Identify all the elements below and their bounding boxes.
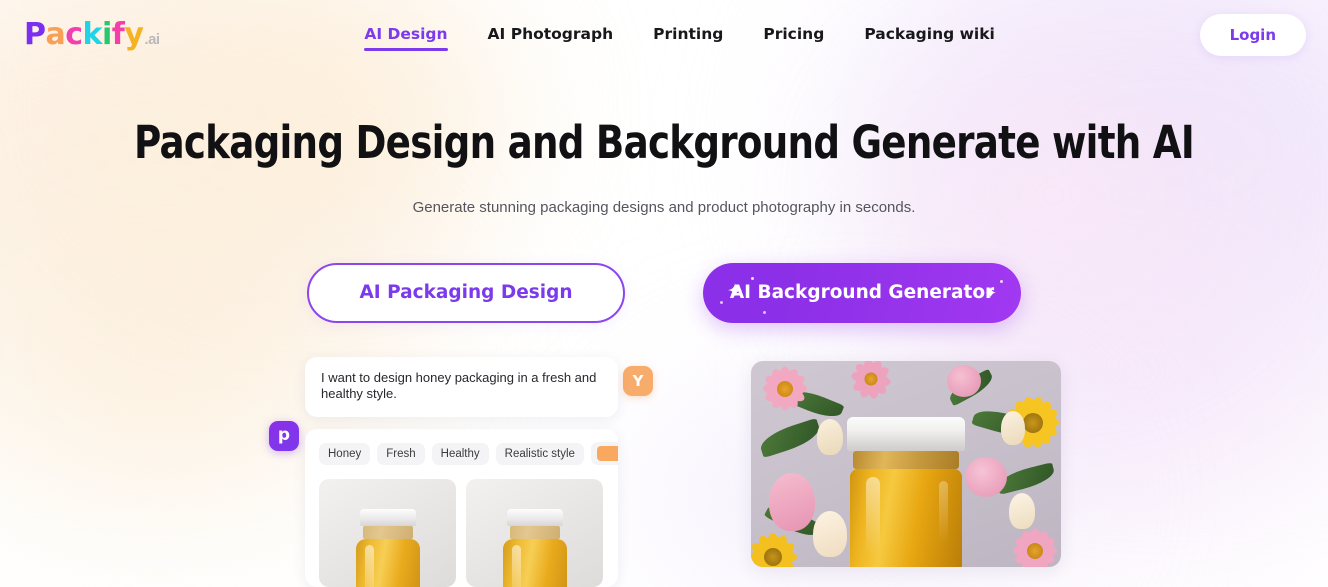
- user-message-bubble: I want to design honey packaging in a fr…: [305, 356, 618, 418]
- color-swatch: [596, 446, 618, 462]
- flower-core-3: [1023, 412, 1043, 433]
- flower-cream-bud-4: [1009, 492, 1035, 529]
- sparkle-dot-2: [720, 300, 723, 304]
- nav-item-ai-photograph[interactable]: AI Photograph: [488, 19, 614, 52]
- bottle-cap-1: [359, 509, 416, 527]
- logo-suffix: .ai: [144, 31, 160, 48]
- flower-core-1: [777, 380, 793, 397]
- result-thumbnail-1[interactable]: [319, 479, 456, 587]
- main-nav: AI Design AI Photograph Printing Pricing…: [160, 19, 1200, 52]
- flower-cream-bud-2: [817, 418, 843, 455]
- bottle-neck-1: [362, 526, 413, 540]
- tag-fresh[interactable]: Fresh: [377, 442, 425, 465]
- flower-pink-rose-1: [965, 456, 1007, 497]
- sparkle-icon-right: ✦: [984, 283, 997, 302]
- chat-row-user: I want to design honey packaging in a fr…: [265, 356, 665, 418]
- site-header: P a c k i f y .ai AI Design AI Photograp…: [0, 0, 1328, 70]
- logo-letter-f: f: [111, 17, 125, 52]
- ai-packaging-design-label: AI Packaging Design: [359, 282, 573, 304]
- result-thumbnail-2[interactable]: [466, 479, 603, 587]
- assistant-result-card: Honey Fresh Healthy Realistic style: [305, 429, 618, 587]
- bottle-body-2: [502, 539, 567, 587]
- flower-core-4: [764, 547, 782, 566]
- flower-cream-bud-1: [813, 510, 847, 557]
- brand-logo[interactable]: P a c k i f y .ai: [24, 20, 160, 50]
- logo-letter-a: a: [45, 17, 66, 52]
- jar-neck-ring: [853, 450, 959, 469]
- logo-letter-y: y: [124, 17, 144, 52]
- honey-jar-illustration: [847, 416, 965, 567]
- bottle-cap-2: [506, 509, 563, 527]
- ai-background-generator-label: AI Background Generator: [729, 282, 995, 304]
- nav-item-packaging-wiki[interactable]: Packaging wiki: [864, 19, 995, 52]
- honey-bottle-illustration-2: [502, 509, 567, 587]
- tag-honey[interactable]: Honey: [319, 442, 371, 465]
- hero-section: Packaging Design and Background Generate…: [0, 70, 1328, 216]
- honey-bottle-illustration-1: [355, 509, 420, 587]
- flower-cream-bud-3: [1001, 410, 1025, 445]
- nav-item-pricing[interactable]: Pricing: [763, 19, 824, 52]
- tag-list: Honey Fresh Healthy Realistic style: [319, 442, 618, 466]
- nav-item-printing[interactable]: Printing: [653, 19, 723, 52]
- tag-healthy[interactable]: Healthy: [431, 442, 489, 465]
- cta-row: AI Packaging Design ✦ AI Background Gene…: [0, 262, 1328, 323]
- ai-packaging-design-button[interactable]: AI Packaging Design: [307, 262, 625, 323]
- nav-item-ai-design[interactable]: AI Design: [364, 19, 448, 52]
- ai-background-generator-button[interactable]: ✦ AI Background Generator ✦: [703, 262, 1021, 323]
- logo-letter-c: c: [65, 17, 83, 52]
- logo-letter-p: P: [24, 17, 46, 52]
- flower-pink-rose-2: [947, 364, 981, 397]
- flower-core-2: [864, 372, 878, 386]
- feature-image-honey-flowers[interactable]: [751, 360, 1061, 567]
- demo-preview: Y p I want to design honey packaging in …: [0, 356, 1328, 587]
- logo-letter-k: k: [82, 17, 103, 52]
- page-title: Packaging Design and Background Generate…: [134, 116, 1195, 169]
- bottle-neck-2: [509, 526, 560, 540]
- color-swatch-chip[interactable]: [590, 442, 618, 466]
- sparkle-dot-3: [763, 310, 766, 314]
- hero-subtitle: Generate stunning packaging designs and …: [412, 198, 916, 216]
- logo-letter-i: i: [102, 17, 112, 52]
- flower-core-5: [1027, 542, 1043, 559]
- sparkle-dot-4: [1000, 279, 1003, 283]
- login-button[interactable]: Login: [1199, 14, 1306, 56]
- flower-pink-tulip-1: [769, 472, 815, 531]
- chat-thread: Y p I want to design honey packaging in …: [265, 356, 665, 587]
- sparkle-dot-1: [751, 276, 754, 280]
- leaf-1: [757, 417, 823, 458]
- avatar-assistant: p: [269, 420, 299, 451]
- page-root: P a c k i f y .ai AI Design AI Photograp…: [0, 0, 1328, 587]
- tag-realistic-style[interactable]: Realistic style: [495, 442, 584, 465]
- jar-body: [850, 468, 962, 567]
- jar-cap: [847, 416, 965, 451]
- result-thumbnails: [319, 479, 604, 587]
- bottle-body-1: [355, 539, 420, 587]
